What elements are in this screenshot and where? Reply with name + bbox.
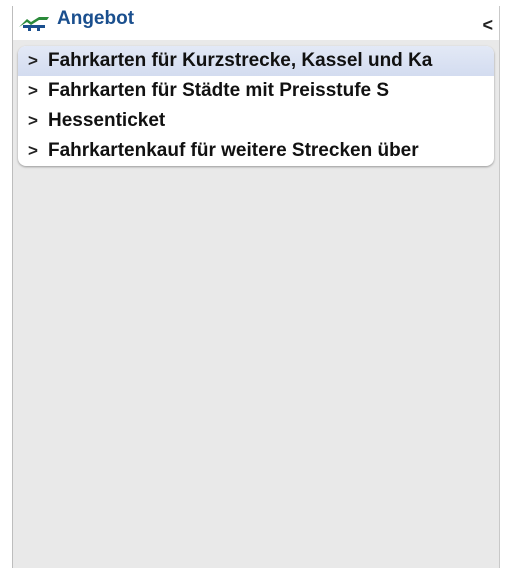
menu-item-staedte-preisstufe-s[interactable]: > Fahrkarten für Städte mit Preisstufe S <box>18 76 494 106</box>
back-button[interactable]: < <box>482 16 493 34</box>
page-title: Angebot <box>57 8 135 29</box>
chevron-right-icon: > <box>28 51 38 70</box>
menu-item-kurzstrecke[interactable]: > Fahrkarten für Kurzstrecke, Kassel und… <box>18 46 494 76</box>
menu-item-label: Fahrkartenkauf für weitere Strecken über <box>48 140 419 161</box>
chevron-right-icon: > <box>28 141 38 160</box>
train-logo-icon <box>17 13 51 33</box>
menu-item-label: Fahrkarten für Städte mit Preisstufe S <box>48 80 390 101</box>
chevron-right-icon: > <box>28 81 38 100</box>
offer-menu: > Fahrkarten für Kurzstrecke, Kassel und… <box>18 46 494 166</box>
app-window: Angebot < > Fahrkarten für Kurzstrecke, … <box>12 6 500 568</box>
header-bar: Angebot < <box>13 6 499 40</box>
menu-item-hessenticket[interactable]: > Hessenticket <box>18 106 494 136</box>
menu-item-label: Fahrkarten für Kurzstrecke, Kassel und K… <box>48 50 433 71</box>
menu-item-label: Hessenticket <box>48 110 166 131</box>
chevron-right-icon: > <box>28 111 38 130</box>
menu-item-weitere-strecken[interactable]: > Fahrkartenkauf für weitere Strecken üb… <box>18 136 494 166</box>
